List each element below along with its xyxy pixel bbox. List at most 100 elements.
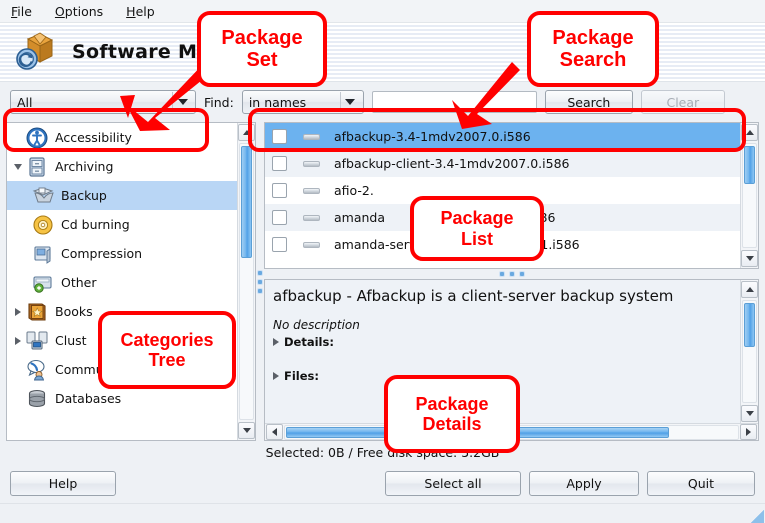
expander-expand-icon[interactable] [11,308,25,316]
tree-item-compression[interactable]: Compression [7,239,237,268]
select-all-button[interactable]: Select all [385,471,521,496]
scroll-down-button[interactable] [238,422,255,439]
package-checkbox[interactable] [272,129,287,144]
tree-item-clustering[interactable]: Clust [7,326,237,355]
scroll-down-button[interactable] [741,405,758,422]
table-row[interactable]: amanda v2007.1.i586 [265,204,740,231]
database-icon [25,387,49,411]
right-pane: afbackup-3.4-1mdv2007.0.i586 afbackup-cl… [264,122,759,441]
package-details-title: afbackup - Afbackup is a client-server b… [273,286,732,306]
search-input[interactable] [372,91,537,113]
tree-item-label: Archiving [55,159,113,174]
quit-button[interactable]: Quit [647,471,755,496]
details-horizontal-scrollbar[interactable] [265,423,758,440]
package-box-icon [14,31,60,73]
package-set-select[interactable]: All [10,90,196,114]
chevron-right-icon [273,372,279,380]
tree-item-backup[interactable]: Backup [7,181,237,210]
menu-help-rest: elp [136,4,155,19]
package-list-vertical-scrollbar[interactable] [740,123,758,268]
tree-item-label: Other [61,275,97,290]
files-label: Files: [284,369,319,383]
cluster-icon [25,329,49,353]
package-checkbox[interactable] [272,237,287,252]
backup-icon [31,184,55,208]
footer-button-bar: Help Select all Apply Quit [0,463,765,503]
package-status-icon [303,134,320,140]
package-name-suffix: v2007.1.i586 [473,210,555,225]
status-bar [0,503,765,523]
details-vertical-scrollbar[interactable] [740,280,758,423]
scroll-track[interactable] [742,300,757,403]
categories-tree[interactable]: Accessibility Archiving Backup [7,123,237,440]
tree-vertical-scrollbar[interactable] [237,123,255,440]
scroll-up-button[interactable] [238,124,255,141]
menu-help[interactable]: Help [123,2,158,21]
package-list[interactable]: afbackup-3.4-1mdv2007.0.i586 afbackup-cl… [265,123,740,268]
horizontal-splitter[interactable] [264,269,759,279]
details-label: Details: [284,335,334,349]
tree-item-communications[interactable]: Communications [7,355,237,384]
scroll-up-button[interactable] [741,124,758,141]
tree-item-other[interactable]: Other [7,268,237,297]
package-name: amanda [334,210,385,225]
tree-item-cd-burning[interactable]: Cd burning [7,210,237,239]
scroll-track[interactable] [742,143,757,248]
tree-item-label: Communications [55,362,160,377]
package-set-value: All [17,95,33,110]
expander-expand-icon[interactable] [11,337,25,345]
scroll-right-button[interactable] [740,424,757,440]
expander-collapse-icon[interactable] [11,164,25,170]
menu-file[interactable]: File [8,2,35,21]
table-row[interactable]: afbackup-client-3.4-1mdv2007.0.i586 [265,150,740,177]
package-status-icon [303,215,320,221]
package-details-body[interactable]: afbackup - Afbackup is a client-server b… [265,280,740,423]
find-scope-select[interactable]: in names [242,90,364,114]
find-label: Find: [204,95,234,110]
package-no-description: No description [273,318,732,332]
files-disclosure[interactable]: Files: [273,369,732,383]
scroll-down-button[interactable] [741,250,758,267]
splitter-grip-icon [500,272,524,276]
search-button[interactable]: Search [545,90,633,114]
package-details-top: afbackup - Afbackup is a client-server b… [265,280,758,423]
other-icon [31,271,55,295]
vertical-splitter[interactable] [256,122,264,441]
status-text: Selected: 0B / Free disk space: 5.2GB [0,441,765,463]
table-row[interactable]: afbackup-3.4-1mdv2007.0.i586 [265,123,740,150]
categories-tree-panel: Accessibility Archiving Backup [6,122,256,441]
menu-bar: File Options Help [0,0,765,23]
help-button[interactable]: Help [10,471,116,496]
tree-item-databases[interactable]: Databases [7,384,237,413]
tree-item-label: Databases [55,391,121,406]
scroll-thumb[interactable] [241,146,252,258]
main-panes: Accessibility Archiving Backup [0,122,765,441]
filecabinet-icon [25,155,49,179]
scroll-thumb[interactable] [744,303,755,347]
tree-item-accessibility[interactable]: Accessibility [7,123,237,152]
package-list-panel: afbackup-3.4-1mdv2007.0.i586 afbackup-cl… [264,122,759,269]
scroll-up-button[interactable] [741,281,758,298]
package-checkbox[interactable] [272,156,287,171]
package-checkbox[interactable] [272,210,287,225]
tree-item-label: Clust [55,333,87,348]
scroll-left-button[interactable] [266,424,283,440]
tree-item-archiving[interactable]: Archiving [7,152,237,181]
chevron-right-icon [273,338,279,346]
details-disclosure[interactable]: Details: [273,335,732,349]
accessibility-icon [25,126,49,150]
splitter-grip-icon [258,271,262,293]
tree-item-label: Cd burning [61,217,130,232]
table-row[interactable]: afio-2. [265,177,740,204]
menu-options-rest: ptions [65,4,103,19]
scroll-thumb[interactable] [744,146,755,184]
package-checkbox[interactable] [272,183,287,198]
scroll-track[interactable] [239,143,254,420]
scroll-track[interactable] [284,425,739,440]
menu-options[interactable]: Options [52,2,106,21]
table-row[interactable]: amanda-server-2.5.1-3mdv2007.1.i586 [265,231,740,258]
scroll-thumb[interactable] [286,427,669,438]
tree-item-books[interactable]: Books [7,297,237,326]
apply-button[interactable]: Apply [529,471,639,496]
resize-grip-icon[interactable] [742,505,764,523]
